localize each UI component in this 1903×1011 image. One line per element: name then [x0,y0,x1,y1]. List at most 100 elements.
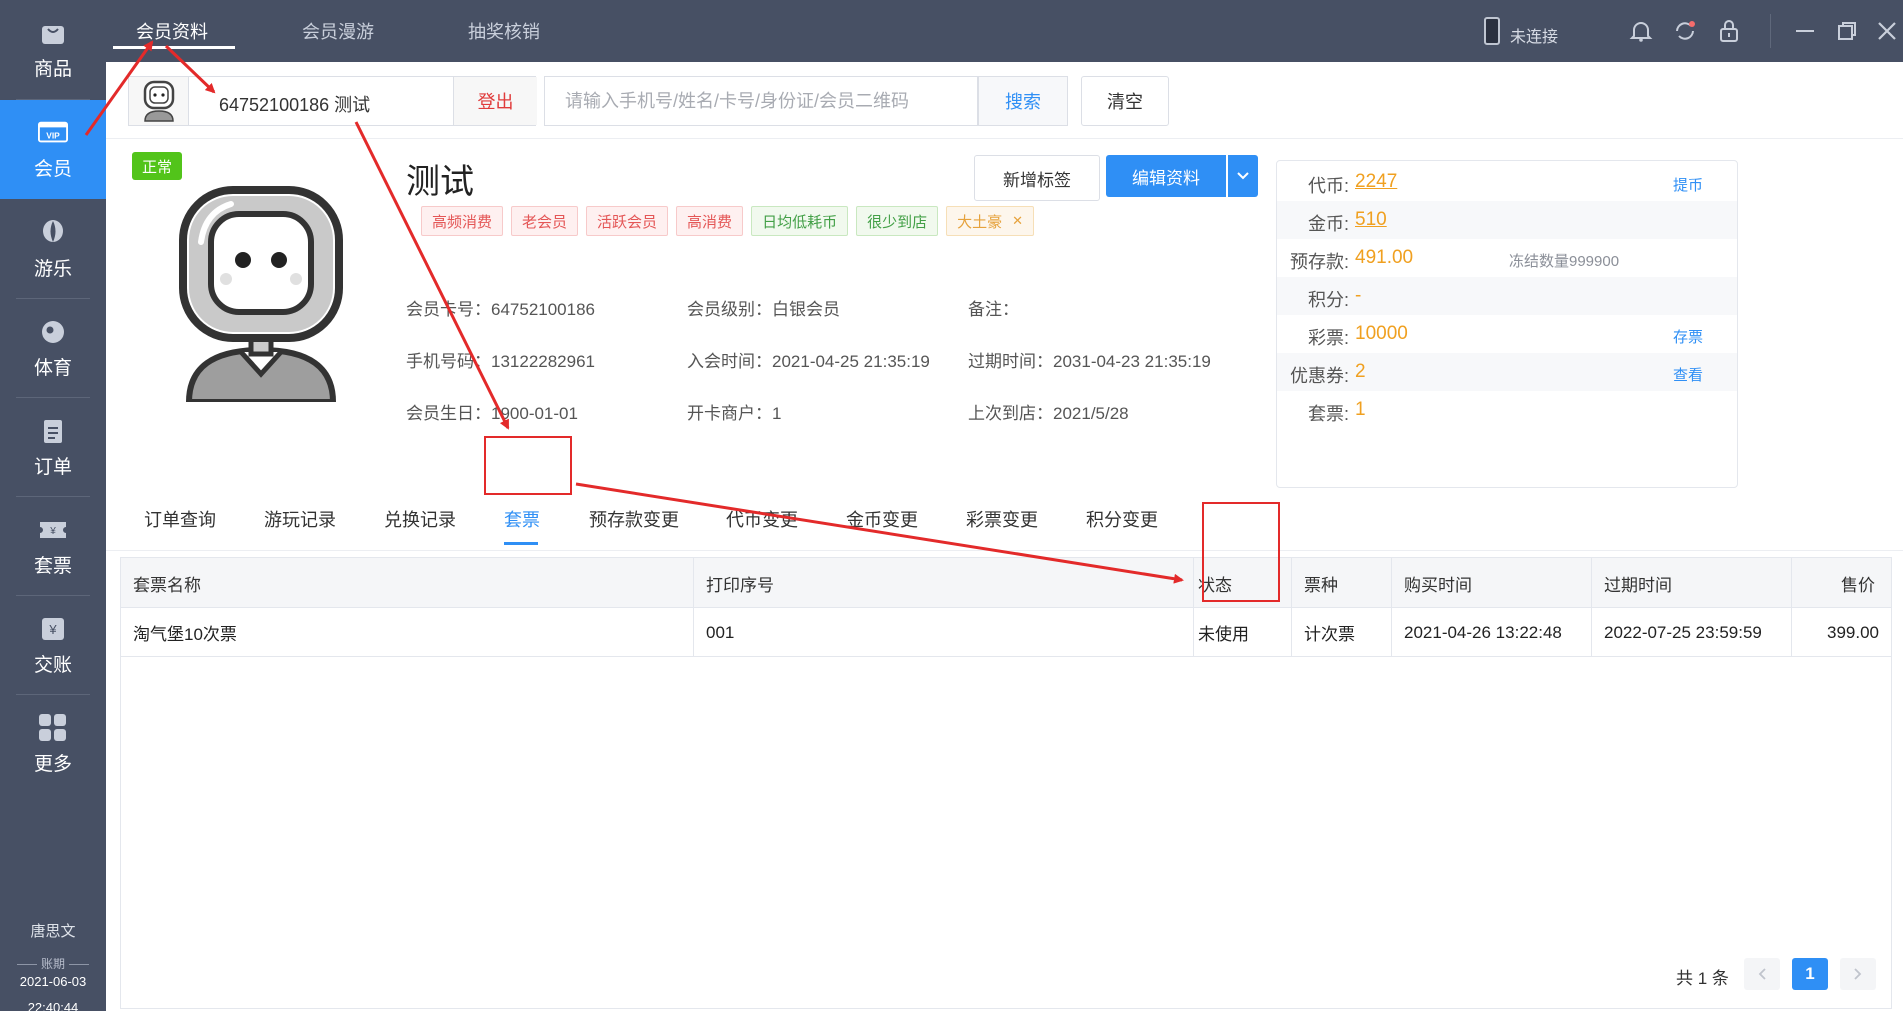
purchase-time-cell: 2021-04-26 13:22:48 [1392,608,1592,657]
birthday: 会员生日：1900-01-01 [406,404,578,423]
member-tag: 活跃会员 [586,206,669,236]
sidebar-item-label: 商品 [33,59,72,80]
asset-value: 1 [1355,399,1366,420]
tab-member-info[interactable]: 会员资料 [136,18,208,44]
tag-list: 高频消费 老会员 活跃会员 高消费 日均低耗币 很少到店 大土豪 ✕ [421,206,1042,236]
price-cell: 399.00 [1827,622,1879,642]
sidebar-item-more[interactable]: 更多 [0,695,106,794]
asset-label: 积分: [1307,290,1349,310]
tab-member-roaming[interactable]: 会员漫游 [302,18,374,44]
member-tag: 日均低耗币 [751,206,849,236]
sidebar-item-orders[interactable]: 订单 [0,398,106,497]
restore-icon[interactable] [1834,18,1860,44]
chevron-down-icon[interactable] [1228,155,1258,197]
balloon-icon [38,218,68,248]
page-button[interactable]: 1 [1792,958,1828,990]
asset-label: 预存款: [1289,252,1349,272]
lock-icon[interactable] [1716,18,1742,44]
search-input[interactable] [544,76,978,126]
total-count: 共 1 条 [1676,969,1729,988]
tab-points-changes[interactable]: 积分变更 [1086,506,1158,532]
column-header: 过期时间 [1592,558,1792,608]
package-table: 套票名称 打印序号 状态 票种 购买时间 过期时间 售价 淘气堡10次票 001… [120,557,1892,1009]
tab-play-records[interactable]: 游玩记录 [264,506,336,532]
active-tab-underline [113,46,235,49]
sidebar-item-label: 游乐 [33,259,72,280]
logout-button[interactable]: 登出 [453,77,537,125]
avatar [129,77,189,125]
tab-package[interactable]: 套票 [504,506,540,532]
asset-label: 金币: [1307,214,1349,234]
asset-value[interactable]: 510 [1355,209,1387,231]
device-icon [1484,17,1500,45]
sidebar-item-settle[interactable]: ¥ 交账 [0,596,106,695]
sidebar-item-label: 体育 [33,358,72,379]
sidebar: 商品 VIP 会员 游乐 体育 订单 ¥ 套票 ¥ 交账 更多 唐思文 账期 2… [0,0,106,1011]
tab-lottery-changes[interactable]: 彩票变更 [966,506,1038,532]
tab-order-query[interactable]: 订单查询 [144,506,216,532]
deposit-ticket-link[interactable]: 存票 [1673,326,1703,347]
add-tag-button[interactable]: 新增标签 [974,155,1100,201]
tab-exchange-records[interactable]: 兑换记录 [384,506,456,532]
join-time: 入会时间：2021-04-25 21:35:19 [687,352,930,371]
sidebar-item-member[interactable]: VIP 会员 [0,100,106,199]
close-icon[interactable]: ✕ [1012,213,1023,229]
bell-icon[interactable] [1628,18,1654,44]
top-bar: 会员资料 会员漫游 抽奖核销 未连接 [106,0,1903,62]
expire-time-cell: 2022-07-25 23:59:59 [1592,608,1792,657]
tab-deposit-changes[interactable]: 预存款变更 [589,506,679,532]
member-tag: 很少到店 [856,206,939,236]
asset-row-package: 套票: 1 [1277,391,1737,429]
current-member-box: 64752100186 测试 登出 [128,76,537,126]
svg-text:¥: ¥ [49,526,56,537]
divider [106,138,1903,139]
sidebar-item-label: 套票 [33,556,72,577]
clear-button[interactable]: 清空 [1081,76,1169,126]
sidebar-item-package[interactable]: ¥ 套票 [0,497,106,596]
prev-page-button[interactable] [1744,958,1780,990]
member-tag: 高消费 [676,206,744,236]
edit-profile-button[interactable]: 编辑资料 [1106,155,1226,197]
chevron-left-icon [1758,968,1766,980]
operator-name: 唐思文 [30,923,76,940]
sidebar-item-amusement[interactable]: 游乐 [0,200,106,299]
svg-text:VIP: VIP [46,131,60,141]
tab-token-changes[interactable]: 代币变更 [726,506,798,532]
active-tab-underline [504,542,538,545]
close-icon[interactable] [1874,18,1900,44]
main-panel: 64752100186 测试 登出 搜索 清空 正常 测试 高频消费 老会员 活… [106,62,1903,1011]
connection-status: 未连接 [1510,29,1559,46]
minimize-icon[interactable] [1792,18,1818,44]
column-header: 购买时间 [1392,558,1592,608]
search-button[interactable]: 搜索 [978,76,1068,126]
card-number: 会员卡号：64752100186 [406,300,596,319]
yen-icon: ¥ [38,614,68,644]
member-avatar [171,182,351,405]
asset-label: 优惠券: [1289,366,1349,386]
view-coupon-link[interactable]: 查看 [1673,364,1703,385]
asset-label: 彩票: [1307,328,1349,348]
tab-lottery-redeem[interactable]: 抽奖核销 [468,18,540,44]
member-tag: 高频消费 [421,206,504,236]
bag-icon [38,18,68,48]
frozen-note: 冻结数量999900 [1509,253,1620,270]
record-tabs: 订单查询 游玩记录 兑换记录 套票 预存款变更 代币变更 金币变更 彩票变更 积… [106,494,1903,550]
asset-value: - [1355,285,1362,306]
sync-icon[interactable] [1672,18,1698,44]
sidebar-item-goods[interactable]: 商品 [0,0,106,99]
sidebar-item-sports[interactable]: 体育 [0,299,106,398]
member-name: 测试 [406,163,474,201]
asset-panel: 代币: 2247 提币 金币: 510 预存款: 491.00 冻结数量9999… [1276,160,1738,488]
sidebar-item-label: 交账 [33,655,72,676]
svg-text:¥: ¥ [48,622,57,637]
next-page-button[interactable] [1840,958,1876,990]
ticket-type-cell: 计次票 [1292,608,1392,657]
withdraw-token-link[interactable]: 提币 [1673,174,1703,195]
asset-value[interactable]: 2247 [1355,171,1397,193]
table-row[interactable]: 淘气堡10次票 001 未使用 计次票 2021-04-26 13:22:48 … [121,608,1891,657]
asset-row-token: 代币: 2247 提币 [1277,163,1737,201]
tab-gold-changes[interactable]: 金币变更 [846,506,918,532]
member-tag: 大土豪 ✕ [946,206,1035,236]
sidebar-item-label: 订单 [33,457,72,478]
member-tag-label: 大土豪 [957,213,1003,231]
